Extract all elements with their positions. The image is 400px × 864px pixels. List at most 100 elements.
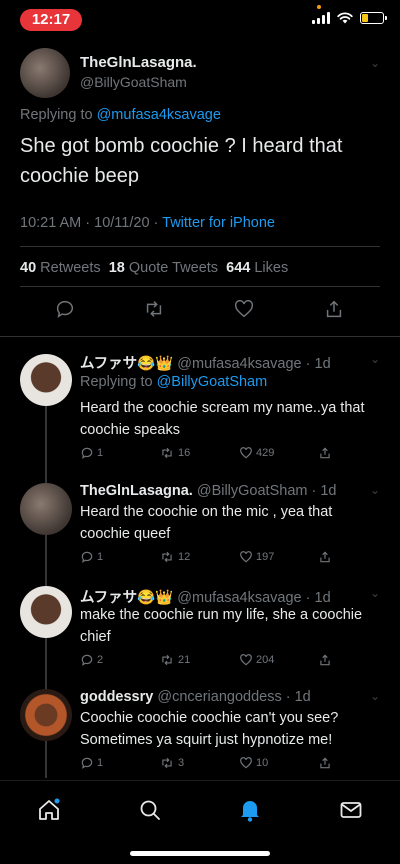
user-handle[interactable]: @BillyGoatSham [80, 74, 187, 90]
replying-to: Replying to @mufasa4ksavage [20, 107, 221, 123]
retweet-button[interactable]: 21 [159, 653, 190, 667]
notifications-icon[interactable] [237, 797, 263, 823]
reply-header: ムファサ😂👑 @mufasa4ksavage · 1d [80, 352, 331, 373]
like-icon [240, 447, 252, 459]
search-icon[interactable] [137, 797, 163, 823]
chevron-down-icon[interactable]: ⌄ [370, 56, 380, 70]
user-handle[interactable]: @cnceriangoddess · 1d [157, 689, 310, 705]
share-icon [320, 551, 330, 563]
share-icon [320, 447, 330, 459]
retweet-count: 3 [178, 757, 185, 769]
share-button[interactable] [318, 446, 332, 460]
reply-button[interactable]: 1 [80, 446, 103, 460]
divider [20, 246, 380, 247]
reply-count: 1 [97, 757, 104, 769]
reply-icon [81, 551, 93, 563]
retweet-button[interactable]: 3 [159, 756, 184, 770]
retweet-icon [162, 447, 172, 459]
chevron-down-icon[interactable]: ⌄ [370, 483, 380, 497]
reply-button[interactable]: 1 [80, 550, 103, 564]
reply-button[interactable]: 2 [80, 653, 103, 667]
reply-icon[interactable] [54, 298, 76, 320]
share-icon[interactable] [323, 298, 345, 320]
avatar[interactable] [20, 586, 72, 638]
tweet-timestamp: 10:21 AM · 10/11/20 · [20, 215, 159, 231]
user-handle[interactable]: @mufasa4ksavage · 1d [177, 356, 330, 372]
retweet-icon[interactable] [143, 298, 165, 320]
reply-count: 1 [97, 447, 104, 459]
like-count: 429 [256, 447, 275, 459]
avatar[interactable] [20, 483, 72, 535]
reply-text: make the coochie run my life, she a cooc… [80, 607, 363, 645]
replying-to: Replying to @BillyGoatSham [80, 374, 268, 390]
tweet-actions [0, 298, 400, 328]
reply-icon [81, 654, 93, 666]
chevron-down-icon[interactable]: ⌄ [370, 352, 380, 366]
share-button[interactable] [318, 550, 332, 564]
like-button[interactable]: 197 [239, 550, 274, 564]
retweet-count: 21 [178, 654, 191, 666]
status-time: 12:17 [20, 9, 82, 31]
replying-to-link[interactable]: @BillyGoatSham [157, 374, 268, 390]
display-name[interactable]: ムファサ😂👑 [80, 356, 173, 372]
like-icon[interactable] [233, 298, 255, 320]
share-icon [320, 654, 330, 666]
avatar[interactable] [20, 354, 72, 406]
tweet-text: She got bomb coochie ? I heard that cooc… [20, 135, 343, 187]
quotes-stat[interactable]: 18 Quote Tweets [109, 260, 218, 276]
reply-icon [81, 447, 93, 459]
status-bar: 12:17 [0, 0, 400, 40]
wifi-icon [337, 12, 353, 24]
share-button[interactable] [318, 653, 332, 667]
reply-button[interactable]: 1 [80, 756, 103, 770]
like-count: 10 [256, 757, 269, 769]
divider [0, 336, 400, 337]
replying-to-link[interactable]: @mufasa4ksavage [97, 107, 221, 123]
home-icon[interactable] [36, 797, 62, 823]
reply-actions: 1 12 197 [80, 550, 340, 570]
tweet-meta: 10:21 AM · 10/11/20 · Twitter for iPhone [20, 215, 275, 231]
user-handle[interactable]: @BillyGoatSham · 1d [197, 483, 337, 499]
reply-actions: 1 3 10 [80, 756, 340, 776]
display-name[interactable]: TheGlnLasagna. [80, 483, 193, 499]
cellular-signal-icon [312, 12, 330, 24]
chevron-down-icon[interactable]: ⌄ [370, 586, 380, 600]
reply-header: TheGlnLasagna. @BillyGoatSham · 1d [80, 483, 336, 499]
avatar[interactable] [20, 689, 72, 741]
reply-count: 1 [97, 551, 104, 563]
reply-actions: 2 21 204 [80, 653, 340, 673]
status-icons [312, 12, 387, 24]
retweets-stat[interactable]: 40 Retweets [20, 260, 101, 276]
like-count: 197 [256, 551, 275, 563]
avatar[interactable] [20, 48, 70, 98]
replying-prefix: Replying to [20, 107, 93, 123]
reply-actions: 1 16 429 [80, 446, 340, 466]
privacy-indicator-icon [317, 5, 321, 9]
share-icon [320, 757, 330, 769]
retweet-button[interactable]: 16 [159, 446, 190, 460]
like-icon [240, 551, 252, 563]
divider [20, 286, 380, 287]
like-icon [240, 654, 252, 666]
home-indicator[interactable] [130, 851, 270, 856]
like-button[interactable]: 429 [239, 446, 274, 460]
reply-count: 2 [97, 654, 104, 666]
like-icon [240, 757, 252, 769]
display-name[interactable]: goddessry [80, 689, 153, 705]
retweet-button[interactable]: 12 [159, 550, 190, 564]
reply-icon [81, 757, 93, 769]
share-button[interactable] [318, 756, 332, 770]
like-button[interactable]: 10 [239, 756, 268, 770]
reply-text: Heard the coochie on the mic , yea that … [80, 504, 333, 542]
tweet-source-link[interactable]: Twitter for iPhone [162, 215, 275, 231]
reply-text: Coochie coochie coochie can't you see? S… [80, 710, 339, 748]
like-button[interactable]: 204 [239, 653, 274, 667]
display-name[interactable]: TheGlnLasagna. [80, 54, 197, 71]
retweet-icon [162, 757, 172, 769]
reply-header: goddessry @cnceriangoddess · 1d [80, 689, 311, 705]
retweet-icon [162, 551, 172, 563]
chevron-down-icon[interactable]: ⌄ [370, 689, 380, 703]
likes-stat[interactable]: 644 Likes [226, 260, 288, 276]
battery-icon [360, 12, 387, 24]
messages-icon[interactable] [338, 797, 364, 823]
